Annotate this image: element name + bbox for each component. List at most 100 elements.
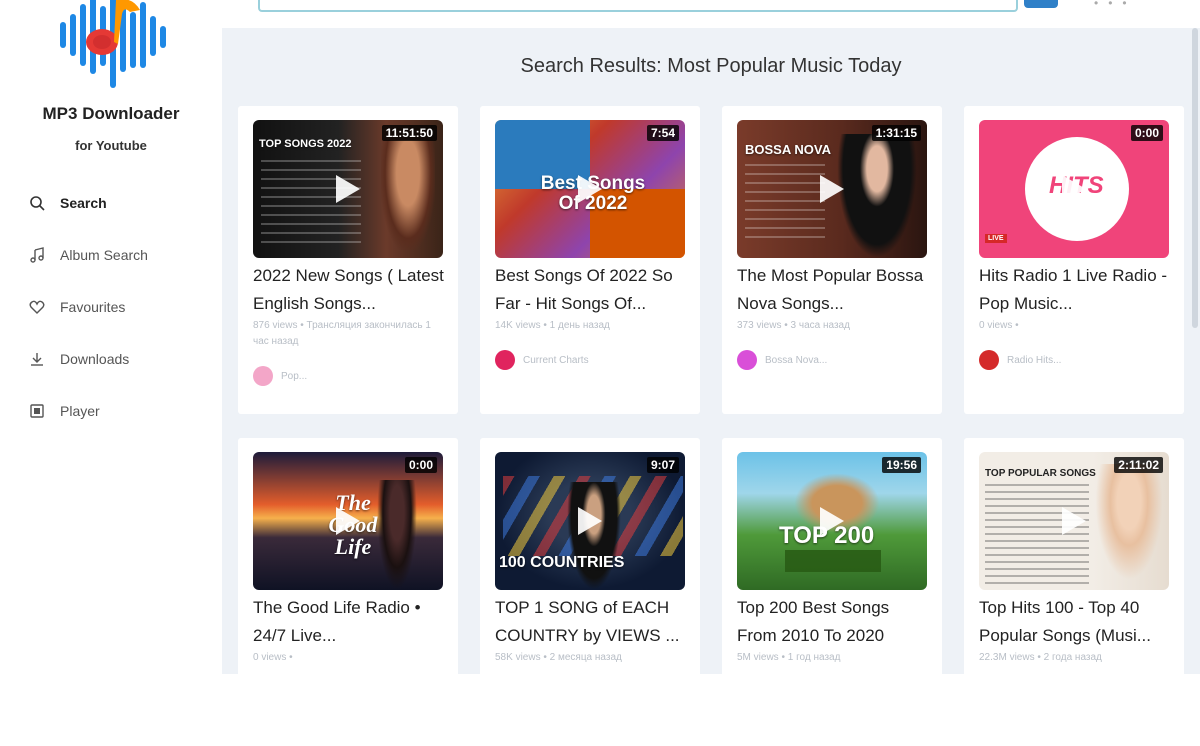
view-count: 373 views (737, 320, 782, 331)
film-icon (28, 402, 46, 420)
play-icon[interactable] (820, 175, 844, 203)
video-card[interactable]: BOSSA NOVA 1:31:15 The Most Popular Boss… (722, 106, 942, 414)
video-thumbnail[interactable]: TOP POPULAR SONGS 2:11:02 (979, 452, 1169, 590)
video-meta: 14K views • 1 день назад (495, 320, 610, 331)
channel-row[interactable]: Bossa Nova... (737, 350, 827, 370)
live-badge: LIVE (985, 234, 1007, 243)
video-thumbnail[interactable]: TOP SONGS 2022 11:51:50 (253, 120, 443, 258)
video-meta: 58K views • 2 месяца назад (495, 652, 622, 663)
sidebar-item-label: Album Search (60, 247, 148, 263)
view-count: 876 views (253, 320, 298, 331)
channel-avatar (979, 350, 999, 370)
sidebar-item-label: Favourites (60, 299, 126, 315)
video-thumbnail[interactable]: 100 COUNTRIES 9:07 (495, 452, 685, 590)
sidebar-item-player[interactable]: Player (28, 398, 148, 424)
video-title[interactable]: The Good Life Radio • 24/7 Live... (253, 594, 445, 650)
view-count: 0 views (253, 652, 287, 663)
play-icon[interactable] (820, 507, 844, 535)
video-meta: 0 views • (979, 320, 1019, 331)
sidebar: MP3 Downloader for Youtube Search Album … (0, 0, 222, 674)
view-count: 58K views (495, 652, 541, 663)
thumbnail-person (1091, 464, 1167, 590)
results-title: Search Results: Most Popular Music Today (520, 55, 902, 77)
channel-row[interactable]: Radio Hits... (979, 350, 1061, 370)
view-count: 0 views (979, 320, 1013, 331)
thumbnail-text: TOP POPULAR SONGS (985, 468, 1096, 479)
video-thumbnail[interactable]: The Good Life 0:00 (253, 452, 443, 590)
video-card[interactable]: Best Songs Of 2022 7:54 Best Songs Of 20… (480, 106, 700, 414)
app-subtitle: for Youtube (75, 138, 147, 153)
play-icon[interactable] (578, 507, 602, 535)
channel-name: Radio Hits... (1007, 354, 1062, 366)
sidebar-item-search[interactable]: Search (28, 190, 148, 216)
video-title[interactable]: Hits Radio 1 Live Radio - Pop Music... (979, 262, 1171, 318)
duration-badge: 2:11:02 (1114, 457, 1163, 473)
thumbnail-person (567, 482, 621, 590)
video-age: 3 часа назад (790, 320, 850, 331)
video-title[interactable]: Best Songs Of 2022 So Far - Hit Songs Of… (495, 262, 687, 318)
thumbnail-person (837, 134, 917, 258)
search-input[interactable] (258, 0, 1018, 12)
video-age: 1 день назад (549, 320, 610, 331)
heart-icon (28, 298, 46, 316)
search-button[interactable] (1024, 0, 1058, 8)
video-card[interactable]: The Good Life 0:00 The Good Life Radio •… (238, 438, 458, 746)
thumbnail-banner (785, 550, 881, 572)
video-meta: 5M views • 1 год назад (737, 652, 841, 663)
sidebar-item-album-search[interactable]: Album Search (28, 242, 148, 268)
view-count: 14K views (495, 320, 541, 331)
video-card[interactable]: 100 COUNTRIES 9:07 TOP 1 SONG of EACH CO… (480, 438, 700, 746)
app-logo (60, 0, 166, 88)
video-thumbnail[interactable]: TOP 200 19:56 (737, 452, 927, 590)
video-title[interactable]: 2022 New Songs ( Latest English Songs... (253, 262, 445, 318)
window-controls[interactable]: ••• (1094, 0, 1137, 10)
app-title: MP3 Downloader (42, 104, 180, 123)
video-thumbnail[interactable]: BOSSA NOVA 1:31:15 (737, 120, 927, 258)
channel-row[interactable]: Current Charts (495, 350, 589, 370)
channel-avatar (253, 366, 273, 386)
view-count: 22.3M views (979, 652, 1035, 663)
video-title[interactable]: TOP 1 SONG of EACH COUNTRY by VIEWS ... (495, 594, 687, 650)
search-icon (28, 194, 46, 212)
video-title[interactable]: The Most Popular Bossa Nova Songs... (737, 262, 929, 318)
play-icon[interactable] (1062, 507, 1086, 535)
music-note-icon (28, 246, 46, 264)
video-card[interactable]: HITS LIVE 0:00 Hits Radio 1 Live Radio -… (964, 106, 1184, 414)
thumbnail-text: 100 COUNTRIES (499, 554, 625, 571)
video-title[interactable]: Top 200 Best Songs From 2010 To 2020 (737, 594, 929, 650)
duration-badge: 0:00 (404, 457, 437, 473)
play-icon[interactable] (1062, 175, 1086, 203)
play-icon[interactable] (336, 175, 360, 203)
channel-row[interactable]: Pop... (253, 366, 307, 386)
duration-badge: 19:56 (882, 457, 921, 473)
sidebar-item-downloads[interactable]: Downloads (28, 346, 148, 372)
channel-name: Current Charts (523, 354, 589, 366)
sidebar-item-label: Downloads (60, 351, 130, 367)
thumbnail-text: TOP SONGS 2022 (259, 138, 352, 150)
video-thumbnail[interactable]: HITS LIVE 0:00 (979, 120, 1169, 258)
video-meta: 876 views • Трансляция закончилась 1 час… (253, 320, 431, 347)
download-icon (28, 350, 46, 368)
sidebar-item-label: Player (60, 403, 100, 419)
video-card[interactable]: TOP POPULAR SONGS 2:11:02 Top Hits 100 -… (964, 438, 1184, 746)
video-meta: 0 views • (253, 652, 293, 663)
play-icon[interactable] (336, 507, 360, 535)
video-meta: 22.3M views • 2 года назад (979, 652, 1102, 663)
channel-name: Pop... (281, 370, 308, 382)
sidebar-item-favourites[interactable]: Favourites (28, 294, 148, 320)
sidebar-item-label: Search (60, 195, 107, 211)
thumbnail-person (381, 140, 435, 250)
duration-badge: 7:54 (646, 125, 679, 141)
duration-badge: 0:00 (1130, 125, 1163, 141)
video-card[interactable]: TOP 200 19:56 Top 200 Best Songs From 20… (722, 438, 942, 746)
video-card[interactable]: TOP SONGS 2022 11:51:50 2022 New Songs (… (238, 106, 458, 414)
sidebar-nav: Search Album Search Favourites Downloads… (28, 190, 148, 450)
thumbnail-list (745, 164, 825, 244)
video-age: 1 год назад (787, 652, 841, 663)
thumbnail-person (377, 480, 417, 590)
thumbnail-text: BOSSA NOVA (745, 142, 831, 157)
video-thumbnail[interactable]: Best Songs Of 2022 7:54 (495, 120, 685, 258)
play-icon[interactable] (578, 175, 602, 203)
video-title[interactable]: Top Hits 100 - Top 40 Popular Songs (Mus… (979, 594, 1171, 650)
channel-name: Bossa Nova... (765, 354, 828, 366)
